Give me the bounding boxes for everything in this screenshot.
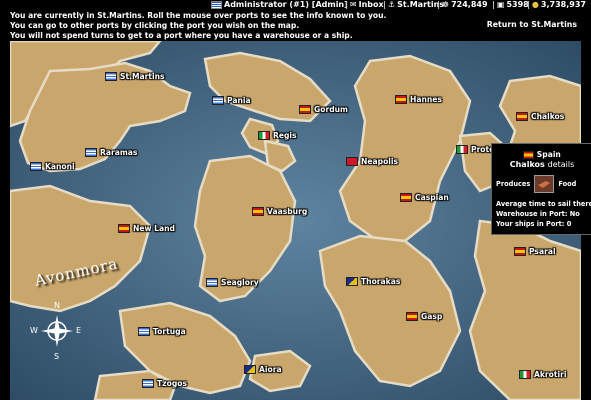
top-status-bar: Administrator (#1) [Admin] | ✉ Inbox | ⚓… [0, 0, 591, 9]
compass-s: S [54, 352, 60, 361]
greece-flag-icon [30, 162, 42, 171]
greece-flag-icon [211, 0, 222, 9]
port-raramas[interactable]: Raramas [85, 148, 137, 157]
spain-flag-icon [514, 247, 526, 256]
info-line-2: You can go to other ports by clicking th… [10, 21, 300, 30]
envelope-icon: ✉ [349, 0, 357, 9]
port-psaral[interactable]: Psaral [514, 247, 556, 256]
spain-flag-icon [252, 207, 264, 216]
port-akrotiri[interactable]: Akrotiri [519, 370, 566, 379]
food-icon [534, 175, 555, 193]
spain-flag-icon [395, 95, 407, 104]
greece-flag-icon [212, 96, 224, 105]
separator: | [383, 0, 386, 9]
separator: | [527, 0, 530, 9]
port-hannes[interactable]: Hannes [395, 95, 442, 104]
spain-flag-icon [400, 193, 412, 202]
port-st-martins[interactable]: St.Martins [105, 72, 165, 81]
stat2-segment: | ▣ 5398 [492, 0, 529, 9]
produces-label: Produces [496, 180, 531, 188]
return-to-port-link[interactable]: Return to St.Martins [487, 20, 577, 29]
popup-title: Chalkos details [492, 160, 591, 169]
italy-flag-icon [456, 145, 468, 154]
port-gordum[interactable]: Gordum [299, 105, 348, 114]
popup-country: Spain [536, 150, 561, 159]
separator: | [345, 0, 348, 9]
blue-yellow-flag-icon [244, 365, 256, 374]
port-regis[interactable]: Regis [258, 131, 297, 140]
chest-icon: ▣ [496, 0, 505, 9]
port-gasp[interactable]: Gasp [406, 312, 442, 321]
popup-header: Spain [492, 150, 591, 159]
port-chalkos[interactable]: Chalkos [516, 112, 564, 121]
port-tortuga[interactable]: Tortuga [138, 327, 186, 336]
crew-icon: ☸ [441, 0, 450, 9]
popup-details-label: details [547, 160, 575, 169]
blue-yellow-flag-icon [346, 277, 358, 286]
spain-flag-icon [118, 224, 130, 233]
italy-flag-icon [258, 131, 270, 140]
port-tzogos[interactable]: Tzogos [142, 379, 187, 388]
compass-w: W [30, 326, 38, 335]
port-caspian[interactable]: Caspian [400, 193, 449, 202]
port-seaglory[interactable]: Seaglory [206, 278, 259, 287]
spain-flag-icon [406, 312, 418, 321]
anchor-icon: ⚓ [387, 0, 396, 9]
port-prote[interactable]: Prote [456, 145, 494, 154]
port-neapolis[interactable]: Neapolis [346, 157, 398, 166]
port-new-land[interactable]: New Land [118, 224, 175, 233]
port-segment[interactable]: | ⚓ St.Martins [383, 0, 444, 9]
stat1-value: 724,849 [451, 0, 488, 9]
greece-flag-icon [105, 72, 117, 81]
compass-n: N [54, 301, 60, 310]
port-vaasburg[interactable]: Vaasburg [252, 207, 307, 216]
stat2-value: 5398 [506, 0, 529, 9]
user-segment: Administrator (#1) [Admin] [211, 0, 348, 9]
greece-flag-icon [85, 148, 97, 157]
info-line-1: You are currently in St.Martins. Roll th… [10, 11, 387, 20]
italy-flag-icon [519, 370, 531, 379]
spain-flag-icon [299, 105, 311, 114]
gold-coins-icon: ● [531, 0, 539, 9]
compass-rose-icon: N S E W [30, 301, 82, 365]
produces-item: Food [558, 180, 577, 188]
user-label[interactable]: Administrator (#1) [Admin] [224, 0, 348, 9]
sail-time: Average time to sail there:4:22:0 [496, 200, 591, 208]
greece-flag-icon [142, 379, 154, 388]
spain-flag-icon [523, 151, 535, 159]
inbox-link[interactable]: Inbox [359, 0, 384, 9]
separator: | [492, 0, 495, 9]
stat1-segment: | ☸ 724,849 [437, 0, 488, 9]
popup-port-name: Chalkos [509, 160, 545, 169]
info-line-3: You will not spend turns to get to a por… [10, 31, 353, 40]
greece-flag-icon [206, 278, 218, 287]
port-details-popup: Spain Chalkos details Produces Food Aver… [491, 143, 591, 235]
port-kanoni[interactable]: Kanoni [30, 162, 75, 171]
compass-e: E [76, 326, 82, 335]
separator: | [437, 0, 440, 9]
warehouse-status: Warehouse in Port: No [496, 210, 580, 218]
port-pania[interactable]: Pania [212, 96, 251, 105]
ships-in-port: Your ships in Port: 0 [496, 220, 572, 228]
port-aiora[interactable]: Aiora [244, 365, 282, 374]
spain-flag-icon [516, 112, 528, 121]
red-flag-icon [346, 157, 358, 166]
gold-value: 3,738,937 [540, 0, 586, 9]
produces-row: Produces Food [496, 175, 591, 193]
inbox-segment[interactable]: | ✉ Inbox [345, 0, 384, 9]
gold-segment: | ● 3,738,937 [527, 0, 586, 9]
greece-flag-icon [138, 327, 150, 336]
port-thorakas[interactable]: Thorakas [346, 277, 400, 286]
